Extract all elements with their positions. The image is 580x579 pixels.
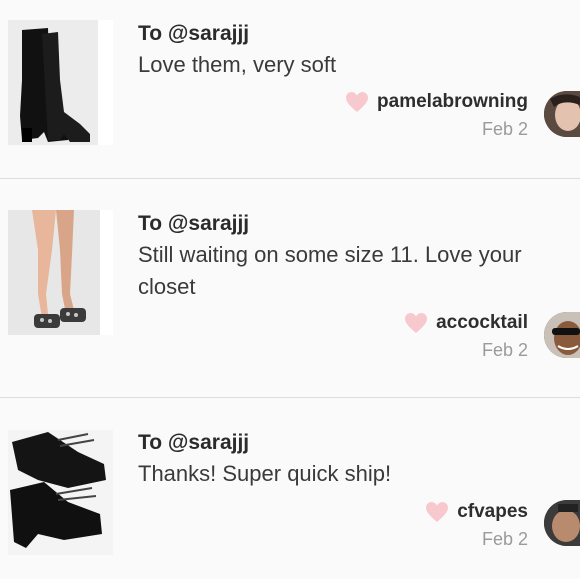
product-thumbnail-boots[interactable]: [8, 20, 113, 145]
heart-icon[interactable]: [404, 312, 428, 334]
comment-date: Feb 2: [481, 119, 528, 139]
comment-text: Thanks! Super quick ship!: [138, 461, 392, 486]
comments-feed: To @sarajjj Love them, very soft pamelab…: [0, 0, 580, 579]
heart-icon[interactable]: [345, 91, 369, 113]
product-thumbnail-ankle-boots[interactable]: [8, 430, 113, 555]
comment-date: Feb 2: [481, 529, 528, 549]
comment-meta: accocktail Feb 2: [404, 312, 528, 361]
recipient-label: To @sarajjj: [138, 212, 250, 235]
comment-meta: pamelabrowning Feb 2: [345, 91, 528, 140]
heart-icon[interactable]: [425, 501, 449, 523]
username-link[interactable]: pamelabrowning: [377, 91, 528, 113]
comment-text: Love them, very soft: [138, 52, 337, 77]
username-link[interactable]: cfvapes: [457, 501, 528, 523]
product-thumbnail-sandals[interactable]: [8, 210, 113, 335]
recipient-label: To @sarajjj: [138, 431, 250, 454]
recipient-label: To @sarajjj: [138, 22, 250, 45]
username-link[interactable]: accocktail: [436, 312, 528, 334]
comment-text: Still waiting on some size 11. Love your…: [138, 242, 522, 299]
comment-date: Feb 2: [481, 340, 528, 360]
comment-meta: cfvapes Feb 2: [425, 501, 528, 550]
